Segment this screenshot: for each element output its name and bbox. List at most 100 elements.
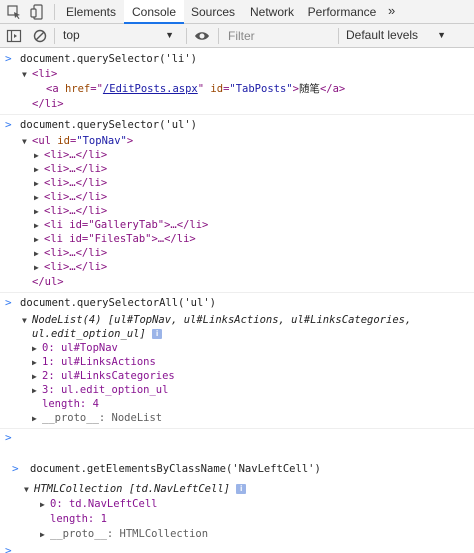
command-text: document.getElementsByClassName('NavLeft… [30,463,321,475]
collapsed-triangle-icon[interactable]: ▶ [34,191,44,205]
tab-performance[interactable]: Performance [304,0,380,24]
prompt-icon: > [5,296,12,309]
collapsed-triangle-icon[interactable]: ▶ [32,370,42,384]
collapsed-triangle-icon[interactable]: ▶ [34,163,44,177]
collapsed-triangle-icon[interactable]: ▶ [34,177,44,191]
tab-console[interactable]: Console [124,0,184,24]
entry-divider [0,114,474,115]
child-node[interactable]: ▶ <li>…</li> [34,246,107,260]
filter-input[interactable] [224,26,334,46]
console-output[interactable]: > document.querySelector('li') ▼ <li> <a … [0,48,474,553]
child-node[interactable]: ▶ <li>…</li> [34,176,107,190]
result-node-child[interactable]: <a href="/EditPosts.aspx" id="TabPosts">… [46,82,345,96]
tag-text: <li>…</li> [44,149,108,161]
collapsed-triangle-icon[interactable]: ▶ [32,356,42,370]
more-tabs-icon[interactable]: » [388,0,395,24]
collapsed-triangle-icon[interactable]: ▶ [34,149,44,163]
tab-network[interactable]: Network [244,0,300,24]
child-node[interactable]: ▶ <li>…</li> [34,148,107,162]
prompt-icon: > [5,544,12,553]
clear-console-icon[interactable] [32,28,48,44]
live-expression-eye-icon[interactable] [194,28,210,44]
tag-text: <li>…</li> [44,191,108,203]
child-node[interactable]: ▶ <li>…</li> [34,260,107,274]
tag-text: </a> [319,83,346,95]
expand-triangle-icon[interactable]: ▼ [22,135,32,149]
expand-triangle-icon[interactable]: ▼ [22,68,32,82]
result-node[interactable]: ▼ <li> [22,67,57,81]
child-node[interactable]: ▶ <li id="FilesTab">…</li> [34,232,196,246]
command-text: document.querySelector('ul') [20,119,198,131]
device-toolbar-icon[interactable] [30,4,46,20]
child-node[interactable]: ▶ <li>…</li> [34,162,107,176]
result-node[interactable]: ▼ <ul id="TopNav"> [22,134,133,148]
collapsed-triangle-icon[interactable]: ▶ [32,384,42,398]
collapsed-triangle-icon[interactable]: ▶ [34,247,44,261]
summary-text: ul.edit_option_ul] [32,328,146,340]
collapsed-triangle-icon[interactable]: ▶ [40,528,50,542]
list-item-label: 0: td.NavLeftCell [50,498,158,510]
attr-name: href [64,83,91,95]
collapsed-triangle-icon[interactable]: ▶ [32,342,42,356]
collapsed-triangle-icon[interactable]: ▶ [32,412,42,426]
prompt-icon: > [5,431,12,444]
property-text: __proto__: HTMLCollection [50,528,209,540]
child-node[interactable]: ▶ <li id="GalleryTab">…</li> [34,218,208,232]
child-node[interactable]: ▶ <li>…</li> [34,190,107,204]
collapsed-triangle-icon[interactable]: ▶ [34,233,44,247]
length-property: length: 4 [42,397,99,411]
collapsed-triangle-icon[interactable]: ▶ [40,498,50,512]
proto-property[interactable]: ▶ __proto__: HTMLCollection [40,527,208,541]
collection-summary[interactable]: ▼ HTMLCollection [td.NavLeftCell] i [24,482,247,497]
tag-text: <li>…</li> [44,205,108,217]
list-item[interactable]: ▶ 1: ul#LinksActions [32,355,156,369]
entry-divider [0,428,474,429]
dropdown-arrow-icon: ▼ [437,30,446,40]
info-icon[interactable]: i [236,484,247,494]
node-text: 随笔 [298,83,320,95]
toolbar-divider [218,28,219,44]
toolbar-divider [186,28,187,44]
nodelist-summary-cont: ul.edit_option_ul] i [32,327,163,341]
collapsed-triangle-icon[interactable]: ▶ [34,219,44,233]
tab-sources[interactable]: Sources [186,0,240,24]
list-item[interactable]: ▶ 0: td.NavLeftCell [40,497,157,511]
devtools-tabbar: Elements Console Sources Network Perform… [0,0,474,24]
dropdown-arrow-icon: ▼ [165,30,174,40]
tag-text: <li> [32,68,58,80]
prompt-icon: > [5,52,12,65]
prompt-icon: > [12,462,19,475]
summary-text: NodeList(4) [ul#TopNav, ul#LinksActions,… [32,314,412,326]
collapsed-triangle-icon[interactable]: ▶ [34,205,44,219]
inspect-element-icon[interactable] [6,4,22,20]
child-node[interactable]: ▶ <li>…</li> [34,204,107,218]
list-item[interactable]: ▶ 3: ul.edit_option_ul [32,383,168,397]
log-levels-dropdown[interactable]: Default levels ▼ [346,24,446,47]
result-node-close: </li> [32,97,64,111]
proto-property[interactable]: ▶ __proto__: NodeList [32,411,162,425]
tag-text: <li>…</li> [44,247,108,259]
tag-text: <li>…</li> [44,177,108,189]
collapsed-triangle-icon[interactable]: ▶ [34,261,44,275]
list-item[interactable]: ▶ 0: ul#TopNav [32,341,118,355]
tag-text: <li>…</li> [44,163,108,175]
tag-text: <ul [32,135,58,147]
attr-name: id [210,83,224,95]
list-item-label: 2: ul#LinksCategories [42,370,175,382]
attr-value: "TabPosts" [229,83,293,95]
nodelist-summary[interactable]: ▼ NodeList(4) [ul#TopNav, ul#LinksActions… [22,313,411,327]
tag-text: <li id="FilesTab">…</li> [44,233,196,245]
tag-text: <li>…</li> [44,261,108,273]
tag-text: </ul> [32,276,64,288]
expand-triangle-icon[interactable]: ▼ [22,314,32,328]
href-link[interactable]: /EditPosts.aspx [103,83,198,95]
context-selector[interactable]: top ▼ [60,24,180,47]
expand-triangle-icon[interactable]: ▼ [24,483,34,497]
property-text: length: 4 [42,398,99,410]
info-icon[interactable]: i [152,329,163,339]
length-property: length: 1 [50,512,107,526]
tab-elements[interactable]: Elements [60,0,122,24]
show-sidebar-icon[interactable] [6,28,22,44]
tag-text: <a [46,83,65,95]
list-item[interactable]: ▶ 2: ul#LinksCategories [32,369,175,383]
